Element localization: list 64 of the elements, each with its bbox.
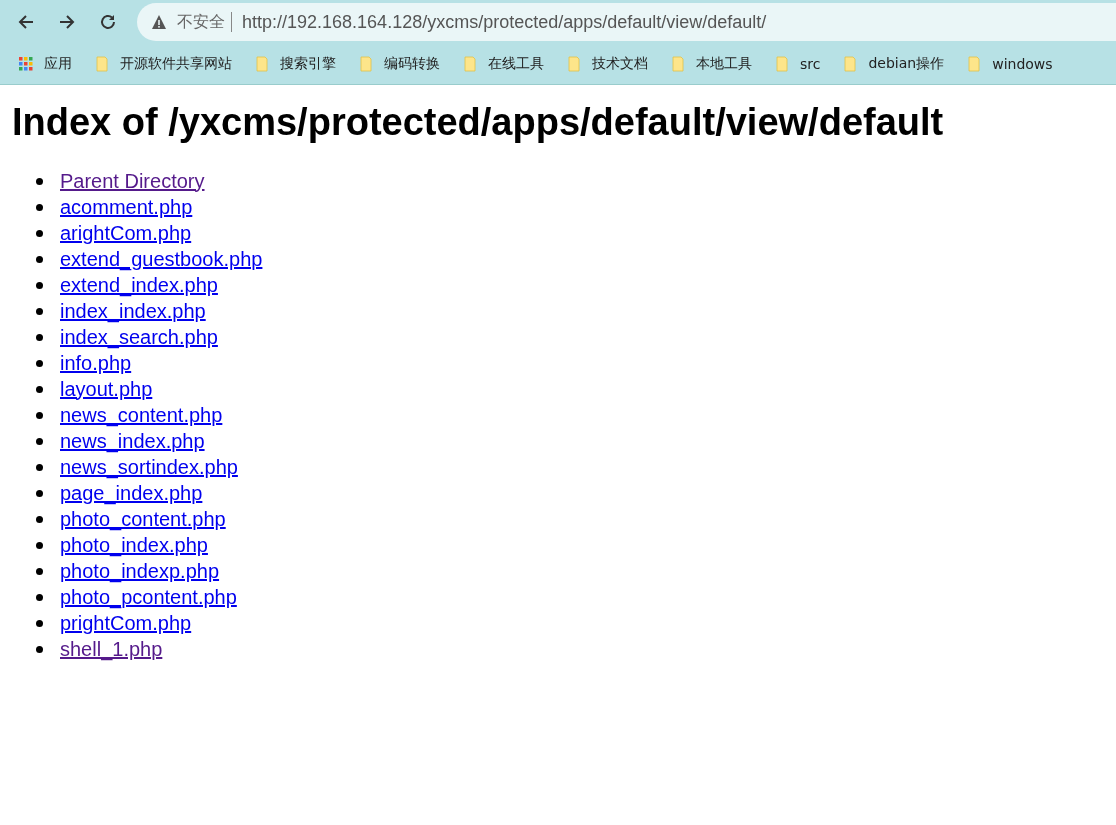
file-link[interactable]: extend_guestbook.php	[60, 247, 263, 271]
bullet-icon	[36, 333, 43, 341]
file-link[interactable]: layout.php	[60, 377, 153, 401]
file-link[interactable]: photo_pcontent.php	[60, 585, 237, 609]
file-link[interactable]: photo_content.php	[60, 507, 226, 531]
bullet-icon	[36, 593, 43, 601]
bookmark-folder[interactable]: 编码转换	[358, 55, 440, 73]
bookmark-folder[interactable]: 技术文档	[566, 55, 648, 73]
file-link[interactable]: news_sortindex.php	[60, 455, 238, 479]
bullet-icon	[36, 255, 43, 263]
file-link[interactable]: index_search.php	[60, 325, 218, 349]
folder-icon	[670, 55, 686, 73]
file-link[interactable]: acomment.php	[60, 195, 193, 219]
bookmark-folder[interactable]: 搜索引擎	[254, 55, 336, 73]
bookmark-folder[interactable]: src	[774, 55, 821, 73]
bullet-icon	[36, 463, 43, 471]
bullet-icon	[36, 359, 43, 367]
folder-icon	[842, 55, 859, 73]
bullet-icon	[36, 489, 43, 497]
folder-icon	[358, 55, 374, 73]
file-link[interactable]: news_index.php	[60, 429, 205, 453]
security-label: 不安全	[177, 11, 225, 33]
bullet-icon	[36, 515, 43, 523]
bookmark-folder[interactable]: 在线工具	[462, 55, 544, 73]
folder-icon	[774, 55, 790, 73]
page-heading: Index of /yxcms/protected/apps/default/view/default	[12, 101, 945, 144]
bullet-icon	[36, 645, 43, 653]
bullet-icon	[36, 307, 43, 315]
bookmark-folder[interactable]: windows	[966, 55, 1053, 73]
bookmark-folder[interactable]: 本地工具	[670, 55, 752, 73]
bullet-icon	[36, 203, 43, 211]
file-link[interactable]: photo_index.php	[60, 533, 208, 557]
apps-bookmark[interactable]: 应用	[18, 55, 72, 73]
bullet-icon	[36, 567, 43, 575]
bookmark-folder[interactable]: 开源软件共享网站	[94, 55, 232, 73]
folder-icon	[94, 55, 110, 73]
folder-icon	[462, 55, 478, 73]
bullet-icon	[36, 619, 43, 627]
file-link[interactable]: prightCom.php	[60, 611, 192, 635]
url-text: http://192.168.164.128/yxcms/protected/apps/default/view/default/	[242, 11, 767, 33]
bookmark-folder[interactable]: debian操作	[842, 55, 945, 73]
file-link[interactable]: shell_1.php	[60, 637, 163, 661]
address-bar[interactable]: 不安全 http://192.168.164.128/yxcms/protected/apps/default/view/default/	[137, 3, 1116, 41]
bullet-icon	[36, 437, 43, 445]
file-link[interactable]: page_index.php	[60, 481, 203, 505]
bullet-icon	[36, 411, 43, 419]
file-link[interactable]: Parent Directory	[60, 169, 205, 193]
file-link[interactable]: photo_indexp.php	[60, 559, 220, 583]
file-link[interactable]: extend_index.php	[60, 273, 218, 297]
bullet-icon	[36, 177, 43, 185]
folder-icon	[254, 55, 270, 73]
bullet-icon	[36, 541, 43, 549]
folder-icon	[966, 55, 983, 73]
apps-grid-icon	[18, 55, 34, 73]
bullet-icon	[36, 229, 43, 237]
bullet-icon	[36, 281, 43, 289]
reload-icon[interactable]	[98, 12, 118, 32]
folder-icon	[566, 55, 582, 73]
file-link[interactable]: info.php	[60, 351, 132, 375]
bullet-icon	[36, 385, 43, 393]
file-link[interactable]: arightCom.php	[60, 221, 192, 245]
file-link[interactable]: news_content.php	[60, 403, 223, 427]
warning-icon	[151, 14, 167, 30]
file-link[interactable]: index_index.php	[60, 299, 206, 323]
